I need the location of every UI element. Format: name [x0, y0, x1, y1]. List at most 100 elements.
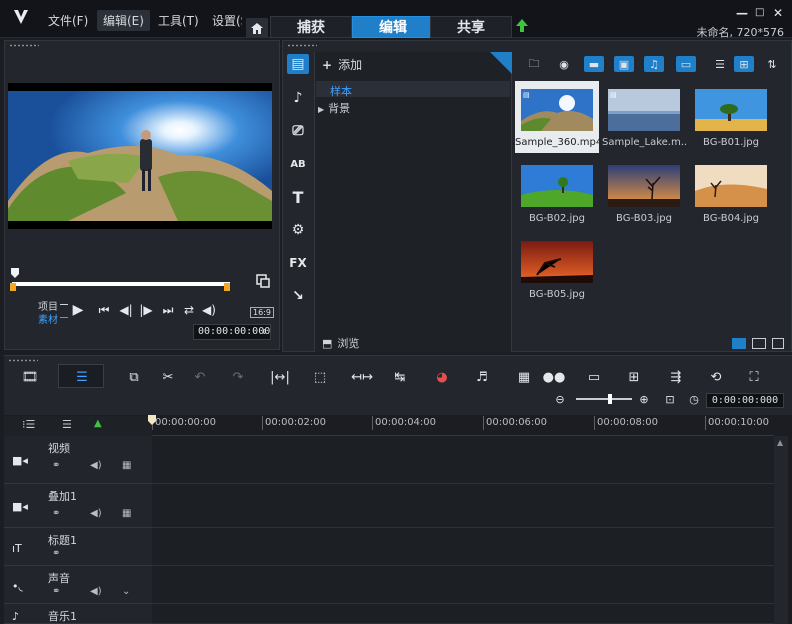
- track-video[interactable]: [152, 436, 774, 484]
- menu-edit[interactable]: 编辑(E): [97, 10, 150, 31]
- list-view-icon[interactable]: ☰: [710, 56, 730, 72]
- library-edit-icon[interactable]: [772, 338, 784, 349]
- zoom-slider-thumb[interactable]: [608, 394, 612, 404]
- track-voice[interactable]: [152, 566, 774, 604]
- panel-grip[interactable]: [9, 44, 39, 47]
- library-item[interactable]: BG-B05.jpg: [515, 233, 599, 305]
- minimize-icon[interactable]: —: [736, 6, 748, 20]
- maximize-icon[interactable]: □: [755, 7, 764, 18]
- smart-proxy-icon[interactable]: |↔|: [270, 368, 290, 386]
- track-manager-icon[interactable]: ⁝☰: [22, 418, 35, 431]
- snapshot-icon[interactable]: [256, 274, 270, 288]
- sort-icon[interactable]: ⇅: [762, 56, 782, 72]
- fit-project-icon[interactable]: ⊡: [660, 390, 680, 408]
- multicam-icon[interactable]: ▦: [514, 368, 534, 386]
- mark-in-handle[interactable]: [10, 283, 16, 291]
- timeline-scrollbar[interactable]: ▲: [774, 436, 788, 624]
- audio-icon[interactable]: ♬: [472, 368, 492, 386]
- graphics-icon[interactable]: ⚙: [287, 220, 309, 240]
- link-icon[interactable]: ⚭: [52, 460, 60, 471]
- link-icon[interactable]: ⚭: [52, 586, 60, 597]
- track-title[interactable]: [152, 528, 774, 566]
- menu-tools[interactable]: 工具(T): [158, 12, 199, 29]
- repeat-icon[interactable]: ⇄: [181, 303, 197, 317]
- media-icon[interactable]: ▤: [287, 54, 309, 74]
- go-to-start-icon[interactable]: ⏮: [96, 303, 112, 317]
- link-icon[interactable]: ⚭: [52, 508, 60, 519]
- link-icon[interactable]: ⚭: [52, 548, 60, 559]
- fit-icon[interactable]: ⬚: [310, 368, 330, 386]
- thumbnail-size-icon[interactable]: ▭: [676, 56, 696, 72]
- track-music[interactable]: [152, 604, 774, 624]
- scrubber-handle[interactable]: [11, 268, 19, 278]
- motion-icon[interactable]: ●●: [543, 368, 566, 386]
- library-item[interactable]: ▤ Sample_Lake.m...: [602, 81, 686, 153]
- expand-arrow-icon[interactable]: ▶: [318, 105, 324, 114]
- grid-view-icon[interactable]: ⊞: [734, 56, 754, 72]
- menu-settings[interactable]: 设置(S): [212, 12, 242, 29]
- library-item[interactable]: ▤ Sample_360.mp4: [515, 81, 599, 153]
- mark-out-handle[interactable]: [224, 283, 230, 291]
- preview-timecode[interactable]: 00:00:00:000 ⇕: [193, 324, 271, 340]
- timecode-spinner-icon[interactable]: ⇕: [262, 325, 267, 339]
- play-icon[interactable]: ▶: [70, 302, 86, 318]
- scrubber-track[interactable]: [12, 282, 230, 286]
- tools-icon[interactable]: ✂: [158, 368, 178, 386]
- expand-track-icon[interactable]: ⌄: [122, 586, 130, 597]
- library-view-thumbnails-icon[interactable]: [732, 338, 746, 349]
- fullscreen-icon[interactable]: ⛶: [744, 368, 764, 386]
- tree-item-backgrounds[interactable]: ▶ 背景: [318, 100, 350, 116]
- next-frame-icon[interactable]: |▶: [138, 303, 154, 317]
- volume-icon[interactable]: ◀): [201, 303, 217, 317]
- library-item[interactable]: BG-B01.jpg: [689, 81, 773, 153]
- track-header-music[interactable]: ♪ 音乐1: [4, 604, 152, 624]
- home-button[interactable]: [246, 18, 268, 38]
- undo-icon[interactable]: ↶: [190, 368, 210, 386]
- color-icon[interactable]: ◕: [432, 368, 452, 386]
- tab-share[interactable]: 共享: [430, 16, 512, 38]
- library-item[interactable]: BG-B03.jpg: [602, 157, 686, 229]
- text-icon[interactable]: T: [287, 187, 309, 207]
- show-video-icon[interactable]: ▬: [584, 56, 604, 72]
- add-chapter-icon[interactable]: ☰: [62, 418, 72, 431]
- aspect-ratio-button[interactable]: 16:9: [250, 307, 274, 318]
- tab-capture[interactable]: 捕获: [270, 16, 352, 38]
- menu-file[interactable]: 文件(F): [48, 12, 88, 29]
- mode-clip[interactable]: 素材: [38, 311, 58, 326]
- tree-item-samples[interactable]: 样本: [330, 83, 352, 99]
- track-header-title[interactable]: ıT 标题1 ⚭: [4, 528, 152, 566]
- redo-icon[interactable]: ↷: [228, 368, 248, 386]
- timeline-ruler[interactable]: [152, 416, 774, 436]
- previous-frame-icon[interactable]: ◀|: [118, 303, 134, 317]
- track-header-voice[interactable]: •◟ 声音 ⚭ ◀) ⌄: [4, 566, 152, 604]
- path-icon[interactable]: ↘: [287, 286, 309, 306]
- fx-icon[interactable]: FX: [287, 253, 309, 273]
- timeline-timecode[interactable]: 0:00:00:000: [706, 393, 784, 408]
- library-item[interactable]: BG-B02.jpg: [515, 157, 599, 229]
- go-to-end-icon[interactable]: ⏭: [160, 303, 176, 317]
- panel-grip[interactable]: [8, 359, 38, 362]
- storyboard-view-icon[interactable]: 🎞: [20, 368, 40, 386]
- mute-icon[interactable]: ◀): [90, 460, 102, 471]
- transition-icon[interactable]: ⎚: [287, 121, 309, 141]
- trim-icon[interactable]: ↹: [390, 368, 410, 386]
- zoom-out-icon[interactable]: ⊖: [550, 390, 570, 408]
- tab-edit[interactable]: 编辑: [352, 16, 434, 38]
- playhead[interactable]: [148, 415, 156, 425]
- chapter-icon[interactable]: ▲: [94, 418, 102, 429]
- library-item[interactable]: BG-B04.jpg: [689, 157, 773, 229]
- track-overlay[interactable]: [152, 484, 774, 528]
- show-audio-icon[interactable]: ♫: [644, 56, 664, 72]
- mute-icon[interactable]: ◀): [90, 508, 102, 519]
- timeline-view-icon[interactable]: ☰: [72, 368, 92, 386]
- add-replace-icon[interactable]: ⧉: [124, 368, 144, 386]
- zoom-in-icon[interactable]: ⊕: [634, 390, 654, 408]
- instant-project-icon[interactable]: ♪: [287, 88, 309, 108]
- browse-button[interactable]: ⬒ 浏览: [322, 335, 359, 351]
- ripple-icon[interactable]: ↤↦: [351, 368, 373, 386]
- scroll-up-icon[interactable]: ▲: [777, 438, 783, 447]
- title-icon[interactable]: AB: [287, 154, 309, 174]
- split-screen-icon[interactable]: ⊞: [624, 368, 644, 386]
- subtitle-icon[interactable]: ▭: [584, 368, 604, 386]
- track-header-overlay[interactable]: ■◂ 叠加1 ⚭ ◀) ▦: [4, 484, 152, 528]
